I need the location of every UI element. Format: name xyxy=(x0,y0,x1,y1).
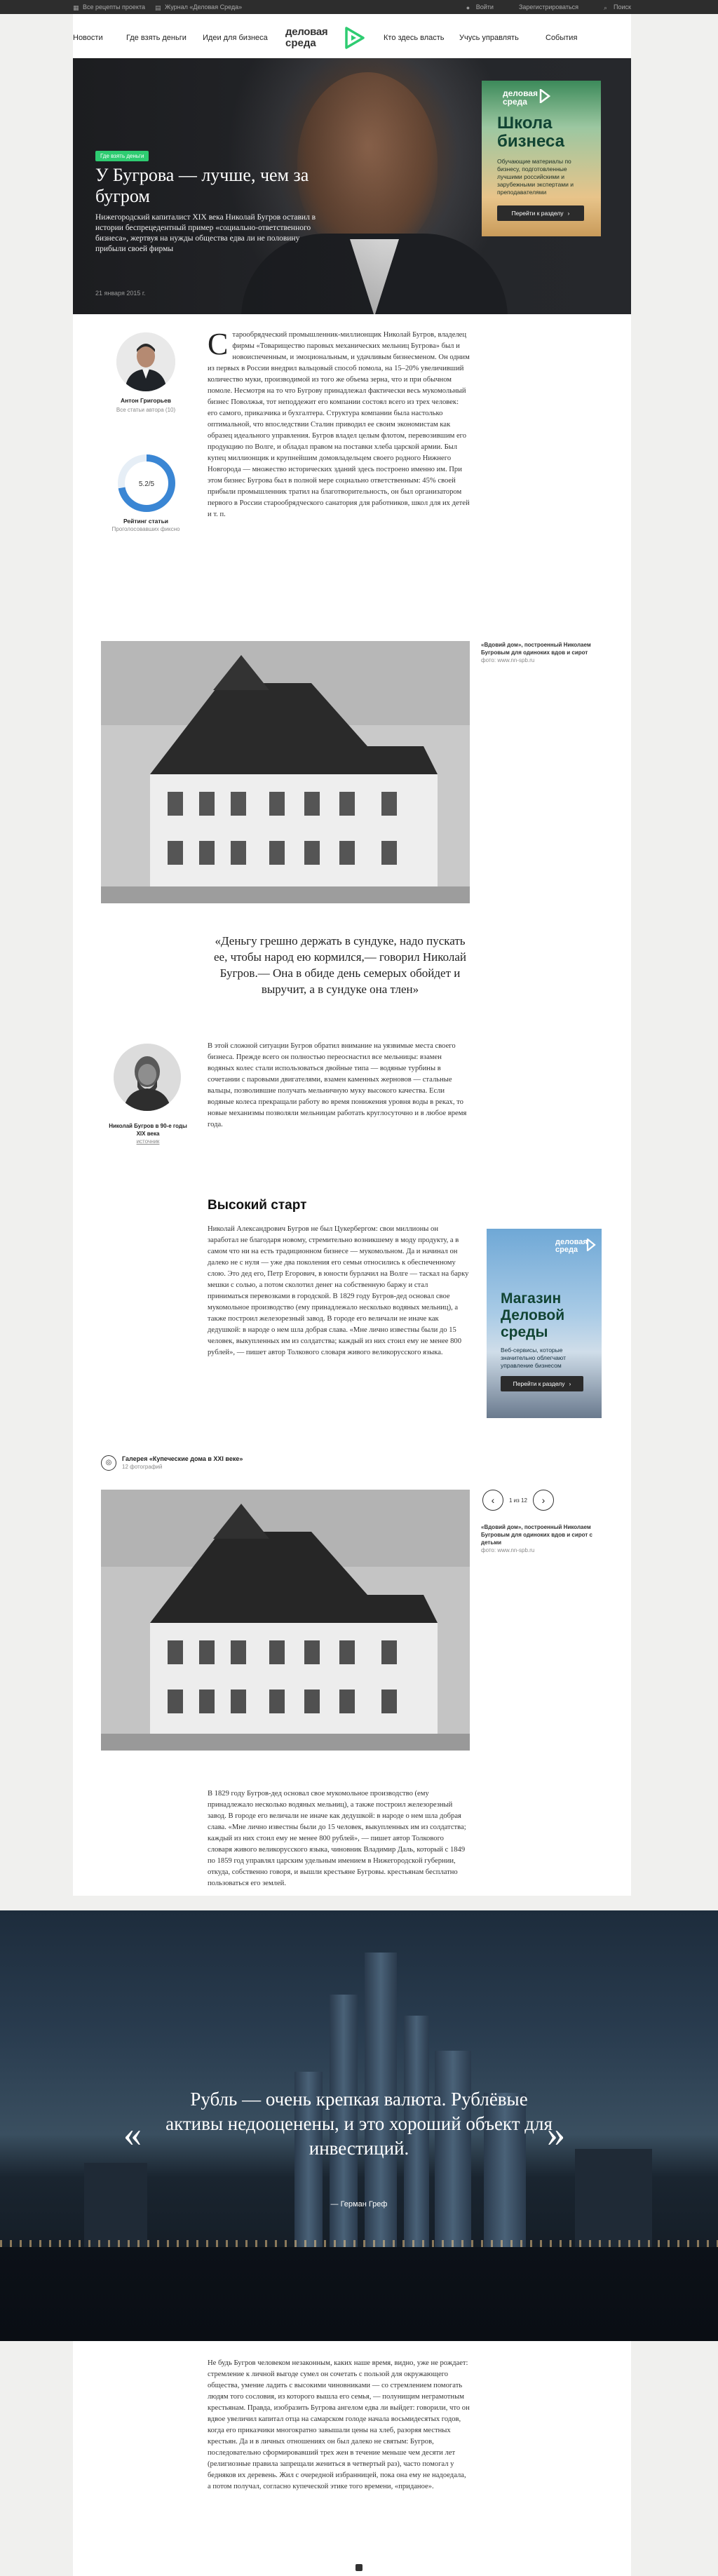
drop-cap: С xyxy=(208,327,229,361)
promo-logo-icon xyxy=(539,89,550,103)
topbar-link-journal[interactable]: ▤ Журнал «Деловая Среда» xyxy=(155,4,242,11)
band-quote-text: Рубль — очень крепкая валюта. Рублёвые а… xyxy=(165,2089,553,2159)
chevron-right-icon: › xyxy=(541,1495,546,1506)
skyline-building xyxy=(575,2149,652,2247)
login-link[interactable]: ● Войти xyxy=(466,4,494,11)
portrait-caption: Николай Бугров в 90-е годы XIX века исто… xyxy=(104,1122,192,1145)
rating-value: 5.2/5 xyxy=(139,480,155,488)
gallery-photo[interactable] xyxy=(101,1490,470,1751)
rating-donut: 5.2/5 xyxy=(118,454,175,512)
nav-item-news[interactable]: Новости xyxy=(73,34,103,42)
scroll-indicator[interactable] xyxy=(355,2564,363,2571)
topbar-link-label: Все рецепты проекта xyxy=(83,4,145,11)
category-badge[interactable]: Где взять деньги xyxy=(95,151,149,161)
promo-title: Школа бизнеса xyxy=(497,114,565,151)
register-link[interactable]: Зарегистрироваться xyxy=(519,4,578,11)
nav-item-events[interactable]: События xyxy=(546,34,577,42)
author-name[interactable]: Антон Григорьев xyxy=(91,397,201,404)
promo-button-label: Перейти к разделу xyxy=(511,210,564,217)
gallery-next-button[interactable]: › xyxy=(532,1490,554,1511)
article-paragraph: Николай Александрович Бугров не был Цуке… xyxy=(208,1225,469,1356)
photo-caption-text: «Вдовий дом», построенный Николаем Бугро… xyxy=(481,642,591,656)
arrow-right-icon: › xyxy=(567,210,570,217)
arrow-right-icon: › xyxy=(569,1380,571,1387)
gallery-nav: ‹ 1 из 12 › xyxy=(482,1490,554,1511)
photo-source-link[interactable]: фото: www.nn-spb.ru xyxy=(481,657,534,663)
hero-banner[interactable]: Где взять деньги У Бугрова — лучше, чем … xyxy=(73,58,631,314)
section-heading: Высокий старт xyxy=(208,1198,307,1213)
logo-word-2: среда xyxy=(285,37,316,49)
gallery-header[interactable]: ◎ Галерея «Купеческие дома в XXI веке» 1… xyxy=(101,1455,243,1471)
quote-mark-left: « xyxy=(123,2115,142,2154)
author-articles-link[interactable]: Все статьи автора (10) xyxy=(91,407,201,413)
promo-button[interactable]: Перейти к разделу › xyxy=(497,205,584,221)
portrait-source-link[interactable]: источник xyxy=(137,1138,160,1145)
main-nav: Новости Где взять деньги Идеи для бизнес… xyxy=(73,14,631,58)
book-icon: ▤ xyxy=(155,4,161,11)
band-quote-author: — Герман Греф xyxy=(330,2200,388,2209)
article-intro: Старообрядческий промышленник-миллионщик… xyxy=(208,327,470,520)
article-lead: Нижегородский капиталист XIX века Никола… xyxy=(95,213,316,253)
article-photo-house[interactable] xyxy=(101,641,470,903)
author-portrait-image xyxy=(116,332,175,391)
search-icon: ⌕ xyxy=(604,4,608,11)
search-link[interactable]: ⌕ Поиск xyxy=(604,4,631,11)
nav-item-money[interactable]: Где взять деньги xyxy=(126,34,187,42)
nav-item-ideas[interactable]: Идеи для бизнеса xyxy=(203,34,268,42)
gallery-title: Галерея «Купеческие дома в XXI веке» xyxy=(122,1455,243,1462)
promo-button[interactable]: Перейти к разделу › xyxy=(501,1376,583,1391)
rating-label: Рейтинг статьи xyxy=(123,518,169,525)
nav-item-manage[interactable]: Учусь управлять xyxy=(459,34,519,42)
house-image xyxy=(101,641,470,903)
article-paragraph: В этой сложной ситуации Бугров обратил в… xyxy=(208,1042,467,1128)
gallery-caption: «Вдовий дом», построенный Николаем Бугро… xyxy=(481,1523,593,1554)
grid-icon: ▦ xyxy=(73,4,79,11)
logo-play-icon xyxy=(345,27,365,49)
article-title: У Бугрова — лучше, чем за бугром xyxy=(95,165,309,206)
gallery-caption-text: «Вдовий дом», построенный Николаем Бугро… xyxy=(481,1524,592,1546)
pull-quote: «Деньгу грешно держать в сундуке, надо п… xyxy=(213,934,467,996)
promo-button-label: Перейти к разделу xyxy=(513,1380,565,1387)
river xyxy=(0,2247,718,2341)
gallery-counter: 1 из 12 xyxy=(509,1497,527,1504)
top-bar: ▦ Все рецепты проекта ▤ Журнал «Деловая … xyxy=(0,0,718,14)
promo-logo-icon xyxy=(586,1239,596,1251)
promo-text: Обучающие материалы по бизнесу, подготов… xyxy=(497,158,574,196)
photo-source-link[interactable]: фото: www.nn-spb.ru xyxy=(481,1547,534,1553)
promo-text: Веб-сервисы, которые значительно облегча… xyxy=(501,1347,566,1369)
article-paragraph: Не будь Бугров человеком незаконным, как… xyxy=(208,2359,470,2490)
topbar-link-recipes[interactable]: ▦ Все рецепты проекта xyxy=(73,4,145,11)
chevron-left-icon: ‹ xyxy=(491,1495,495,1506)
article-date: 21 января 2015 г. xyxy=(95,290,146,297)
rating-sub: Проголосовавших фиксно xyxy=(111,526,180,532)
search-label: Поиск xyxy=(614,4,631,11)
bugrov-portrait[interactable] xyxy=(114,1044,181,1111)
house-image xyxy=(101,1490,470,1751)
photo-caption: «Вдовий дом», построенный Николаем Бугро… xyxy=(481,641,593,664)
site-logo[interactable]: деловая среда xyxy=(285,25,378,53)
gallery-count: 12 фотографий xyxy=(122,1464,163,1470)
nav-item-power[interactable]: Кто здесь власть xyxy=(384,34,445,42)
login-label: Войти xyxy=(475,4,494,11)
logo-word-1: деловая xyxy=(285,26,328,38)
user-icon: ● xyxy=(466,4,470,11)
article-paragraph: В 1829 году Бугров-дед основал свое муко… xyxy=(208,1790,466,1887)
promo-logo-2: среда xyxy=(555,1246,578,1254)
gallery-icon: ◎ xyxy=(101,1455,116,1471)
gallery-prev-button[interactable]: ‹ xyxy=(482,1490,503,1511)
promo-business-school[interactable]: деловая среда Школа бизнеса Обучающие ма… xyxy=(482,81,601,236)
topbar-link-label: Журнал «Деловая Среда» xyxy=(165,4,243,11)
skyline-building xyxy=(84,2163,147,2247)
author-avatar[interactable] xyxy=(116,332,175,391)
promo-shop[interactable]: деловая среда Магазин Деловой среды Веб-… xyxy=(487,1229,602,1418)
bugrov-portrait-image xyxy=(114,1044,181,1111)
article-intro-text: тарообрядческий промышленник-миллионщик … xyxy=(208,331,470,518)
promo-title: Магазин Деловой среды xyxy=(501,1290,565,1340)
quote-band: « » Рубль — очень крепкая валюта. Рублёв… xyxy=(0,1910,718,2341)
promo-logo-2: среда xyxy=(503,97,527,107)
portrait-caption-text: Николай Бугров в 90-е годы XIX века xyxy=(109,1123,187,1137)
